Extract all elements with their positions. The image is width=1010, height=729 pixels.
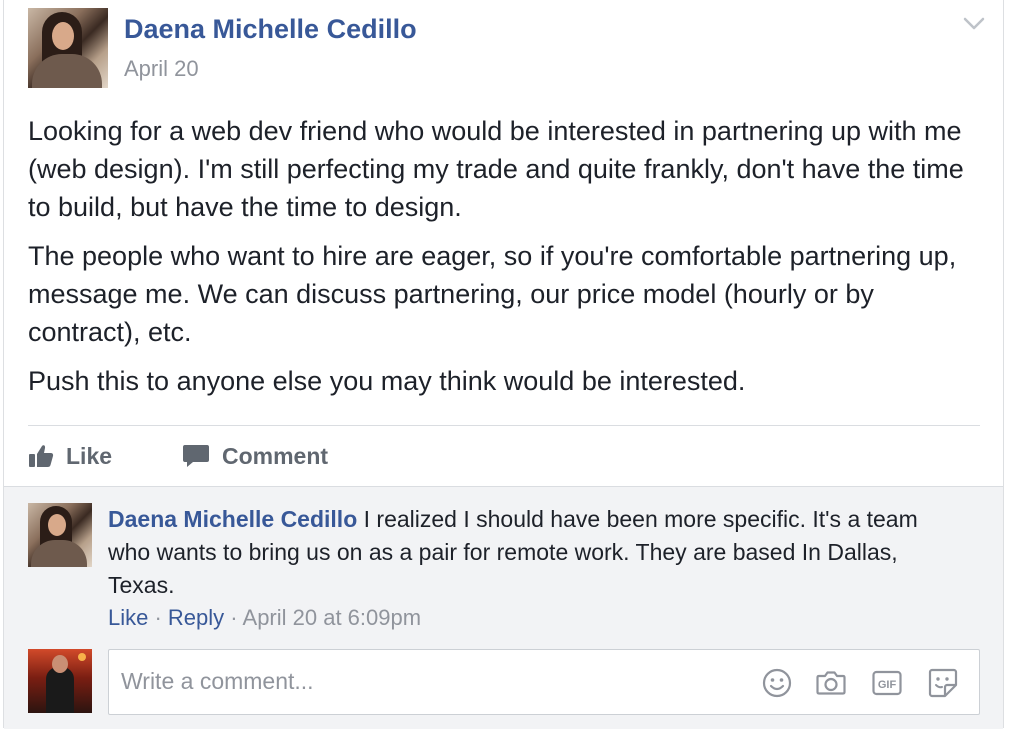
thumbs-up-icon xyxy=(29,445,54,467)
comment-input[interactable]: Write a comment... GIF xyxy=(108,649,980,715)
comment-author-name[interactable]: Daena Michelle Cedillo xyxy=(108,506,357,532)
comment-like-link[interactable]: Like xyxy=(108,605,148,630)
comment-placeholder[interactable]: Write a comment... xyxy=(121,668,314,695)
comment-body: Daena Michelle Cedillo I realized I shou… xyxy=(108,503,958,602)
action-divider xyxy=(28,425,980,426)
meta-separator: · xyxy=(148,605,168,630)
comment-label: Comment xyxy=(222,442,329,469)
post-date[interactable]: April 20 xyxy=(124,56,199,82)
gif-icon[interactable]: GIF xyxy=(871,667,903,699)
post-paragraph: The people who want to hire are eager, s… xyxy=(28,241,957,347)
like-label: Like xyxy=(66,442,113,469)
comment-meta: Like · Reply · April 20 at 6:09pm xyxy=(108,605,421,631)
speech-bubble-icon xyxy=(183,445,209,467)
chevron-down-icon[interactable] xyxy=(962,14,986,34)
comment-timestamp[interactable]: April 20 at 6:09pm xyxy=(243,605,422,630)
current-user-avatar[interactable] xyxy=(28,649,92,713)
smiley-icon[interactable] xyxy=(761,667,793,699)
comment-reply-link[interactable]: Reply xyxy=(168,605,224,630)
comments-section: Daena Michelle Cedillo I realized I shou… xyxy=(4,486,1003,729)
meta-separator: · xyxy=(224,605,243,630)
post-header: Daena Michelle Cedillo April 20 xyxy=(28,8,988,88)
comment-button[interactable]: Comment xyxy=(182,436,328,476)
post-paragraph: Looking for a web dev friend who would b… xyxy=(28,116,964,222)
post-author-name[interactable]: Daena Michelle Cedillo xyxy=(124,14,417,45)
author-avatar[interactable] xyxy=(28,8,108,88)
gif-label: GIF xyxy=(878,679,897,691)
post-actions: Like Comment xyxy=(28,436,980,476)
post-paragraph: Push this to anyone else you may think w… xyxy=(28,366,746,396)
camera-icon[interactable] xyxy=(815,667,847,699)
post-body: Looking for a web dev friend who would b… xyxy=(28,112,988,411)
like-button[interactable]: Like xyxy=(28,436,112,476)
post-card: Daena Michelle Cedillo April 20 Looking … xyxy=(3,0,1004,729)
commenter-avatar[interactable] xyxy=(28,503,92,567)
sticker-icon[interactable] xyxy=(927,667,959,699)
